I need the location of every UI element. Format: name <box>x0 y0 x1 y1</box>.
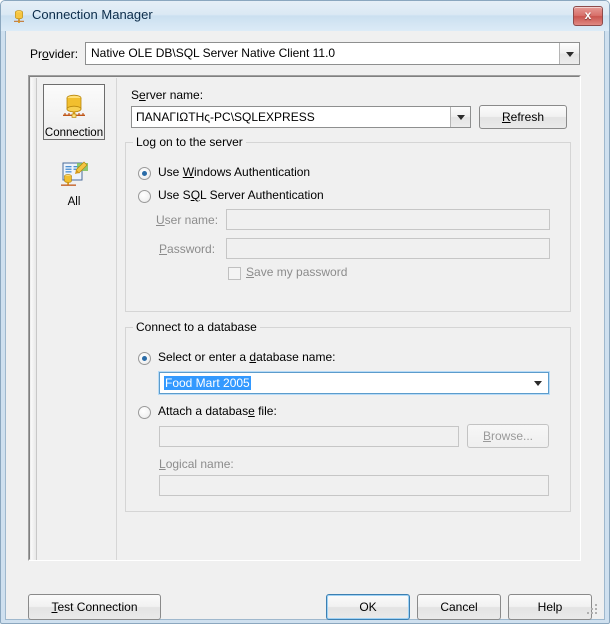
select-database-radio[interactable] <box>138 352 151 365</box>
resize-grip[interactable] <box>587 604 599 616</box>
close-icon: x <box>584 8 592 22</box>
windows-auth-label: Use Windows Authentication <box>158 165 311 179</box>
ok-button[interactable]: OK <box>326 594 410 620</box>
connection-settings-pane: Server name: ΠΑΝΑΓΙΩΤΗς-PC\SQLEXPRESS Re… <box>117 78 581 560</box>
test-connection-button-label: Test Connection <box>51 600 138 614</box>
database-group-title: Connect to a database <box>133 320 260 334</box>
logon-groupbox: Log on to the server Use Windows Authent… <box>125 135 571 312</box>
save-password-checkbox[interactable] <box>228 267 241 280</box>
windows-auth-radio[interactable] <box>138 167 151 180</box>
sql-auth-radio[interactable] <box>138 190 151 203</box>
main-panel-inner: Connection All Server name: ΠΑΝΑΓΙΩΤΗς-P… <box>29 76 580 560</box>
sidebar: Connection All <box>31 78 117 560</box>
provider-combobox[interactable]: Native OLE DB\SQL Server Native Client 1… <box>85 42 580 65</box>
database-groupbox: Connect to a database Select or enter a … <box>125 320 571 512</box>
sidebar-item-all-label: All <box>67 196 81 208</box>
select-database-label: Select or enter a database name: <box>158 350 336 364</box>
cancel-button[interactable]: Cancel <box>417 594 501 620</box>
logical-name-field[interactable] <box>159 475 549 496</box>
database-name-combobox[interactable]: Food Mart 2005 <box>158 371 550 395</box>
database-name-value: Food Mart 2005 <box>164 376 251 390</box>
all-properties-icon <box>61 161 88 186</box>
attach-file-label: Attach a database file: <box>158 404 277 418</box>
help-button[interactable]: Help <box>508 594 592 620</box>
ok-button-label: OK <box>359 600 377 614</box>
chevron-down-icon[interactable] <box>528 373 548 393</box>
server-name-combobox[interactable]: ΠΑΝΑΓΙΩΤΗς-PC\SQLEXPRESS <box>131 106 471 128</box>
provider-value: Native OLE DB\SQL Server Native Client 1… <box>91 46 336 60</box>
attach-file-field[interactable] <box>159 426 459 447</box>
password-field[interactable] <box>226 238 550 259</box>
chevron-down-icon[interactable] <box>559 43 579 64</box>
server-name-label: Server name: <box>131 88 204 102</box>
refresh-button-label: Refresh <box>501 110 545 124</box>
username-label: User name: <box>156 213 219 227</box>
test-connection-button[interactable]: Test Connection <box>28 594 161 620</box>
save-password-label: Save my password <box>246 265 348 279</box>
provider-label: Provider: <box>30 47 79 61</box>
title-bar[interactable]: Connection Manager x <box>1 1 609 31</box>
connection-icon <box>14 10 24 23</box>
browse-button[interactable]: Browse... <box>467 424 549 448</box>
sql-auth-label: Use SQL Server Authentication <box>158 188 324 202</box>
main-panel: Connection All Server name: ΠΑΝΑΓΙΩΤΗς-P… <box>28 75 581 561</box>
chevron-down-icon[interactable] <box>450 107 470 127</box>
window-title: Connection Manager <box>32 7 153 22</box>
refresh-button[interactable]: Refresh <box>479 105 567 129</box>
sidebar-item-connection[interactable]: Connection <box>43 84 105 140</box>
username-field[interactable] <box>226 209 550 230</box>
browse-button-label: Browse... <box>482 429 534 443</box>
sidebar-item-all[interactable]: All <box>43 154 105 210</box>
password-label: Password: <box>159 242 216 256</box>
connection-manager-window: Connection Manager x Provider: Native OL… <box>0 0 610 624</box>
logical-name-label: Logical name: <box>159 457 234 471</box>
attach-file-radio[interactable] <box>138 406 151 419</box>
dialog-client-area: Provider: Native OLE DB\SQL Server Nativ… <box>5 31 605 620</box>
server-name-value: ΠΑΝΑΓΙΩΤΗς-PC\SQLEXPRESS <box>136 110 315 124</box>
database-connection-icon <box>63 94 85 118</box>
close-button[interactable]: x <box>573 6 603 26</box>
sidebar-item-connection-label: Connection <box>44 127 104 139</box>
help-button-label: Help <box>537 600 563 614</box>
sidebar-scrollbar[interactable] <box>31 78 37 560</box>
logon-group-title: Log on to the server <box>133 135 246 149</box>
cancel-button-label: Cancel <box>440 600 478 614</box>
